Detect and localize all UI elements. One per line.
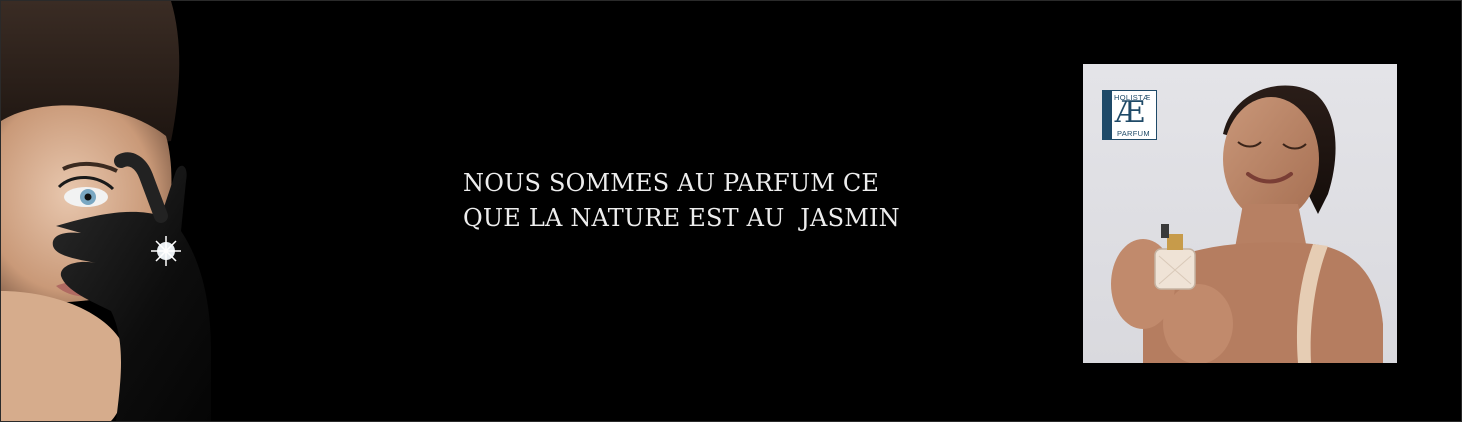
slogan-line-1: NOUS SOMMES AU PARFUM CE	[463, 169, 880, 197]
slogan-line-2: QUE LA NATURE EST AU JASMIN	[463, 204, 900, 232]
logo-parfum-text: PARFUM	[1117, 129, 1150, 138]
slogan-text: NOUS SOMMES AU PARFUM CE QUE LA NATURE E…	[463, 166, 900, 236]
banner: NOUS SOMMES AU PARFUM CE QUE LA NATURE E…	[0, 0, 1462, 422]
holistae-logo: HOLISTÆ Æ PARFUM	[1102, 90, 1157, 140]
right-product-image: HOLISTÆ Æ PARFUM	[1083, 64, 1397, 363]
logo-ae-mark: Æ	[1115, 95, 1146, 130]
left-portrait-image	[1, 1, 216, 421]
logo-side-band	[1103, 91, 1112, 139]
